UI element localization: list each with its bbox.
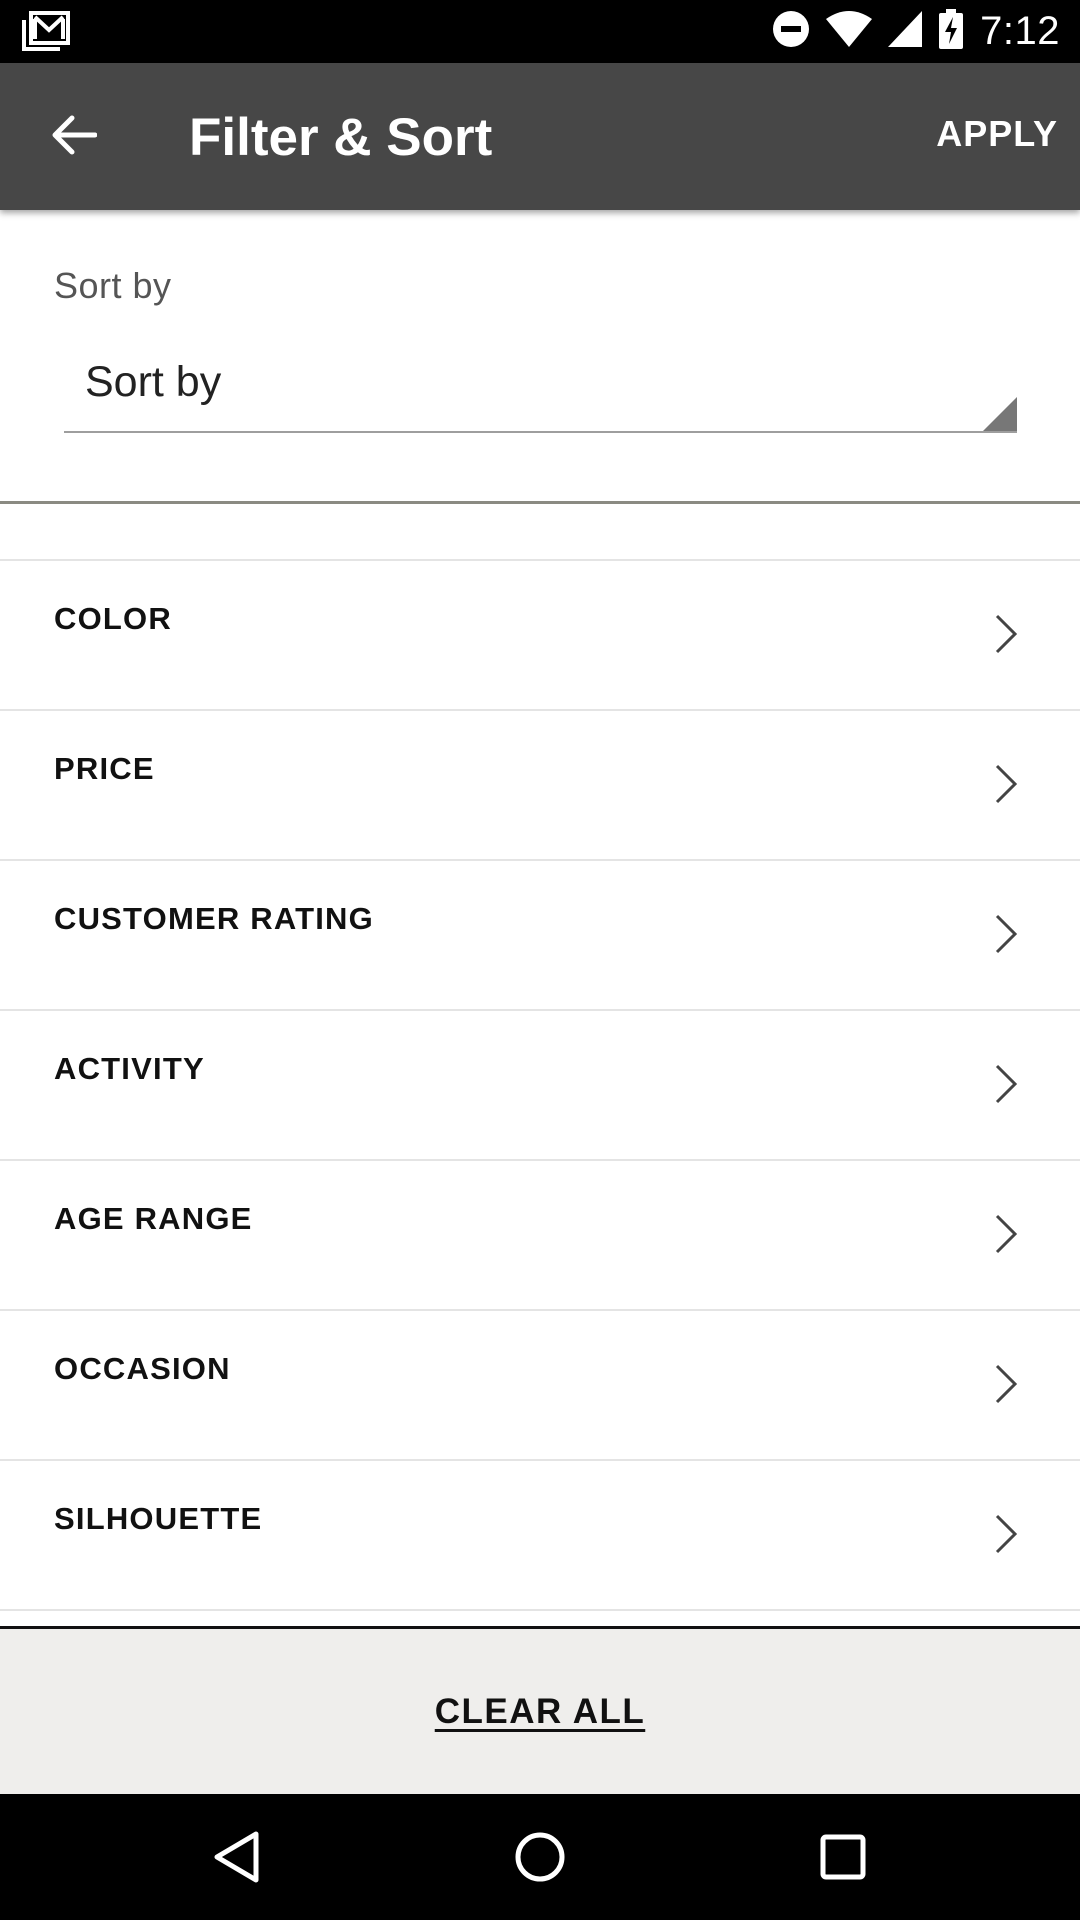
do-not-disturb-icon <box>772 10 810 53</box>
status-bar: 7:12 <box>0 0 1080 63</box>
filter-item-color[interactable]: COLOR <box>0 561 1080 711</box>
nav-home-button[interactable] <box>505 1822 575 1892</box>
back-triangle-icon <box>214 1831 259 1883</box>
chevron-right-icon <box>995 1514 1018 1554</box>
filter-item-label: OCCASION <box>54 1351 231 1386</box>
chevron-right-icon <box>995 914 1018 954</box>
status-icons: 7:12 <box>772 0 1060 63</box>
filter-item-label: CUSTOMER RATING <box>54 901 374 936</box>
sort-section: Sort by Sort by <box>0 210 1080 504</box>
gmail-icon <box>22 11 70 51</box>
sort-selected-value: Sort by <box>85 358 222 406</box>
chevron-right-icon <box>995 1364 1018 1404</box>
clear-all-button[interactable]: CLEAR ALL <box>0 1629 1080 1794</box>
filter-item-label: AGE RANGE <box>54 1201 253 1236</box>
filter-item-label: SILHOUETTE <box>54 1501 263 1536</box>
chevron-right-icon <box>995 1214 1018 1254</box>
dropdown-triangle-icon <box>983 397 1017 431</box>
back-button[interactable] <box>44 105 104 165</box>
filter-item-label: ACTIVITY <box>54 1051 205 1086</box>
signal-icon <box>888 11 923 52</box>
filter-item-label: COLOR <box>54 601 172 636</box>
footer-bar: CLEAR ALL <box>0 1626 1080 1794</box>
nav-back-button[interactable] <box>201 1822 271 1892</box>
filter-item-silhouette[interactable]: SILHOUETTE <box>0 1461 1080 1611</box>
chevron-right-icon <box>995 764 1018 804</box>
recents-square-icon <box>820 1834 866 1880</box>
page-title: Filter & Sort <box>189 108 493 167</box>
screen: 7:12 Filter & Sort APPLY Sort by Sort by… <box>0 0 1080 1920</box>
sort-label: Sort by <box>54 265 172 306</box>
clear-all-label: CLEAR ALL <box>434 1691 646 1731</box>
apply-button[interactable]: APPLY <box>936 113 1058 155</box>
filter-item-activity[interactable]: ACTIVITY <box>0 1011 1080 1161</box>
spacer <box>0 503 1080 561</box>
filter-item-label: PRICE <box>54 751 155 786</box>
battery-charging-icon <box>938 9 964 54</box>
filter-item-price[interactable]: PRICE <box>0 711 1080 861</box>
system-nav-bar <box>0 1794 1080 1920</box>
filter-list: COLOR PRICE CUSTOMER RATING ACTIVITY AGE… <box>0 503 1080 1611</box>
arrow-left-icon <box>52 115 97 155</box>
filter-item-customer-rating[interactable]: CUSTOMER RATING <box>0 861 1080 1011</box>
clock: 7:12 <box>980 9 1060 53</box>
filter-item-occasion[interactable]: OCCASION <box>0 1311 1080 1461</box>
chevron-right-icon <box>995 1064 1018 1104</box>
chevron-right-icon <box>995 614 1018 654</box>
sort-dropdown[interactable]: Sort by <box>64 328 1017 433</box>
nav-recents-button[interactable] <box>808 1822 878 1892</box>
home-circle-icon <box>515 1832 565 1882</box>
wifi-icon <box>826 11 873 52</box>
filter-item-age-range[interactable]: AGE RANGE <box>0 1161 1080 1311</box>
app-bar: Filter & Sort APPLY <box>0 63 1080 210</box>
